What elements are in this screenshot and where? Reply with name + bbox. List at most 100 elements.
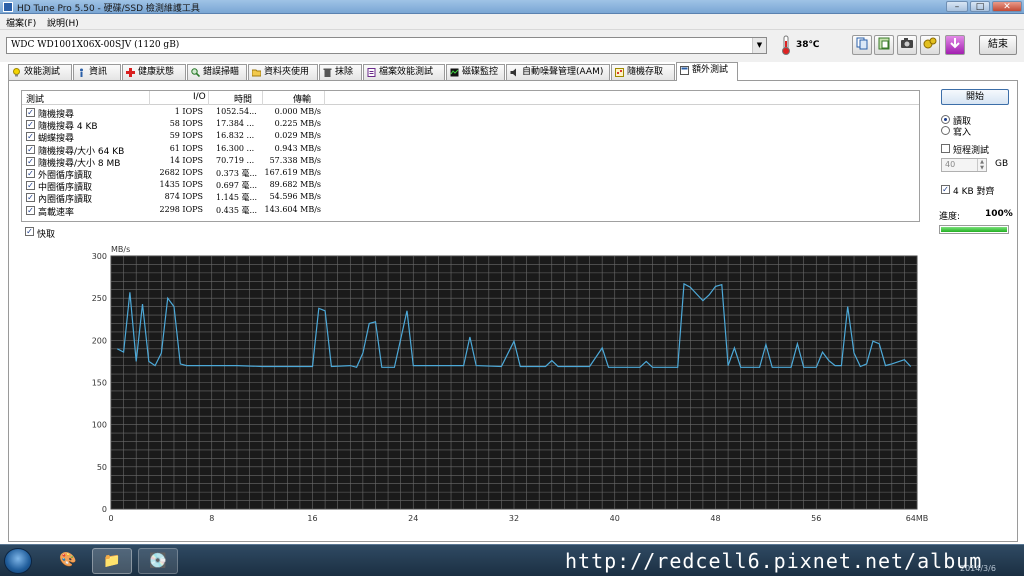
row-io: 874 IOPS [164,192,203,202]
table-row[interactable]: ✓ 蝴蝶搜尋 59 IOPS 16.832 ... 0.029 MB/s [22,131,919,144]
spinner-arrows-icon[interactable]: ▲ ▼ [977,159,986,171]
tab-disk-monitor[interactable]: 磁碟監控 [446,64,505,81]
row-checkbox[interactable]: ✓ [26,144,35,154]
bulb-icon [13,68,20,77]
transfer-rate-chart: 0 50 100 150 200 250 300 0 8 16 24 32 40 48 56 64MB MB/s [92,245,929,523]
header-test: 測試 [26,95,45,105]
x-tick-label: 64MB [906,514,929,523]
short-test-checkbox[interactable] [941,144,950,153]
table-row[interactable]: ✓ 隨機搜尋 4 KB 58 IOPS 17.384 ... 0.225 MB/s [22,119,919,132]
align-4kb-label: 4 KB 對齊 [953,187,995,197]
row-time: 1.145 毫... [216,193,258,203]
row-transfer: 57.338 MB/s [269,155,321,165]
table-row[interactable]: ✓ 隨機搜尋/大小 8 MB 14 IOPS 70.719 ... 57.338 MB/… [22,155,919,169]
tab-random-access[interactable]: 隨機存取 [611,64,675,81]
row-time: 0.373 毫... [216,169,258,178]
row-test-name: 隨機搜尋 [38,110,75,120]
hdtune-app-icon[interactable]: 💽 [138,548,178,574]
row-test-name: 隨機搜尋/大小 64 KB [38,146,125,157]
taskbar-clock: 2014/3/6 [960,564,996,573]
row-test-name: 內圈循序讀取 [38,195,93,206]
info-icon [80,68,83,77]
x-tick-label: 0 [108,514,113,523]
y-tick-label: 200 [92,336,107,345]
settings-icon[interactable] [920,35,940,55]
app-icon [3,2,13,12]
write-radio[interactable] [941,126,950,135]
row-checkbox[interactable]: ✓ [26,132,35,142]
menu-help[interactable]: 說明(H) [47,16,79,29]
row-checkbox[interactable]: ✓ [26,181,35,191]
minimize-button[interactable]: – [946,1,968,12]
results-header: 測試 I/O 時間 傳輸 [22,91,919,105]
paint-app-icon[interactable]: 🎨 [48,548,88,574]
table-row[interactable]: ✓ 隨機搜尋 1 IOPS 1052.54... 0.000 MB/s [22,107,919,120]
tab-strip: 效能測試 資訊 健康狀態 錯誤掃瞄 資料夾使用 抹除 檔案效能測試 磁碟監控 自… [8,62,1018,81]
toolbar: WDC WD1001X06X-00SJV (1120 gB) ▼ 38℃ 結束 [0,30,1024,62]
row-checkbox[interactable]: ✓ [26,193,35,203]
row-io: 2298 IOPS [159,204,203,214]
y-tick-label: 300 [92,252,107,261]
table-row[interactable]: ✓ 外圈循序讀取 2682 IOPS 0.373 毫... 167.619 MB/s [22,168,919,181]
start-button[interactable]: 開始 [941,89,1009,105]
short-test-size-input[interactable]: 40 ▲ ▼ [941,158,987,172]
tab-file-benchmark[interactable]: 檔案效能測試 [363,64,445,81]
paste-icon[interactable] [874,35,894,55]
row-test-name: 高載速率 [38,207,75,218]
tab-erase[interactable]: 抹除 [319,64,362,81]
cache-checkbox[interactable]: ✓ [25,227,34,236]
row-io: 2682 IOPS [159,168,203,177]
tab-aam[interactable]: 自動噪聲管理(AAM) [506,64,610,81]
menu-file[interactable]: 檔案(F) [6,16,36,29]
row-time: 1052.54... [216,107,257,116]
camera-icon[interactable] [897,35,917,55]
tab-benchmark[interactable]: 效能測試 [8,64,72,81]
y-tick-label: 50 [97,463,107,472]
cache-label: 快取 [37,230,56,240]
row-checkbox[interactable]: ✓ [26,108,35,117]
results-table: 測試 I/O 時間 傳輸 ✓ 隨機搜尋 1 IOPS 1052.54... 0.000 … [21,90,920,222]
start-orb-icon[interactable] [4,548,32,574]
row-time: 16.300 ... [216,143,255,153]
read-radio[interactable] [941,115,950,124]
maximize-button[interactable]: □ [970,1,990,12]
table-row[interactable]: ✓ 內圈循序讀取 874 IOPS 1.145 毫... 54.596 MB/s [22,192,919,206]
tab-health[interactable]: 健康狀態 [122,64,186,81]
tab-error-scan[interactable]: 錯誤掃瞄 [187,64,247,81]
drive-select[interactable]: WDC WD1001X06X-00SJV (1120 gB) ▼ [6,37,767,54]
row-checkbox[interactable]: ✓ [26,156,35,166]
row-io: 61 IOPS [169,143,203,153]
extra-tests-icon [680,66,689,75]
close-button[interactable]: ✕ [992,1,1022,12]
row-io: 59 IOPS [169,131,203,141]
exit-button[interactable]: 結束 [979,35,1017,55]
title-bar: HD Tune Pro 5.50 - 硬碟/SSD 檢測維護工具 – □ ✕ [0,0,1024,14]
table-row[interactable]: ✓ 中圈循序讀取 1435 IOPS 0.697 毫... 89.682 MB/s [22,180,919,193]
chevron-down-icon[interactable]: ▼ [752,38,766,53]
tab-folder-usage[interactable]: 資料夾使用 [248,64,318,81]
copy-icon[interactable] [852,35,872,55]
explorer-app-icon[interactable]: 📁 [92,548,132,574]
taskbar: 🎨 📁 💽 http://redcell6.pixnet.net/album 2… [0,544,1024,576]
tab-info[interactable]: 資訊 [73,64,121,81]
row-checkbox[interactable]: ✓ [26,120,35,130]
download-icon[interactable] [945,35,965,55]
random-access-icon [615,68,624,77]
row-checkbox[interactable]: ✓ [26,205,35,215]
y-tick-label: 150 [92,379,107,388]
row-io: 14 IOPS [169,155,203,165]
y-tick-label: 0 [102,505,107,514]
row-time: 0.697 毫... [216,181,258,191]
row-time: 17.384 ... [216,119,255,129]
y-tick-label: 100 [92,421,107,430]
table-row[interactable]: ✓ 隨機搜尋/大小 64 KB 61 IOPS 16.300 ... 0.943 MB/… [22,143,919,157]
row-transfer: 143.604 MB/s [264,204,322,214]
tab-extra-tests[interactable]: 額外測試 [676,62,738,81]
align-4kb-checkbox[interactable]: ✓ [941,185,950,194]
row-checkbox[interactable]: ✓ [26,169,35,178]
x-tick-label: 40 [610,514,620,523]
write-label: 寫入 [953,128,972,138]
table-row[interactable]: ✓ 高載速率 2298 IOPS 0.435 毫... 143.604 MB/s [22,204,919,218]
header-transfer: 傳輸 [293,95,312,105]
row-io: 58 IOPS [169,119,203,129]
